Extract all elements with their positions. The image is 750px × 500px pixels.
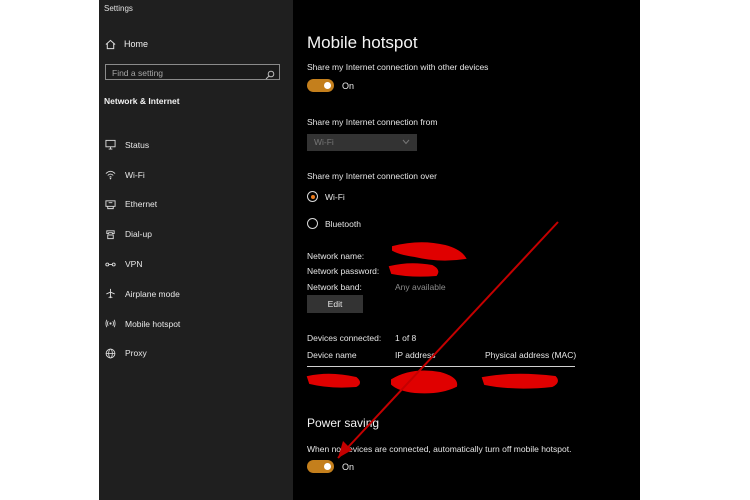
sidebar-item-ethernet[interactable]: Ethernet xyxy=(104,190,180,220)
share-toggle[interactable] xyxy=(307,79,334,92)
sidebar-nav: Status Wi-Fi Ethernet Dial-up VPN Airpla… xyxy=(104,130,180,368)
status-icon xyxy=(104,139,116,151)
app-title: Settings xyxy=(104,4,133,13)
airplane-icon xyxy=(104,288,116,300)
section-heading: Network & Internet xyxy=(104,96,180,106)
sidebar-item-label: Proxy xyxy=(125,348,147,359)
toggle-knob xyxy=(324,463,331,470)
sidebar-item-dialup[interactable]: Dial-up xyxy=(104,219,180,249)
sidebar-item-mobile-hotspot[interactable]: Mobile hotspot xyxy=(104,309,180,339)
radio-bluetooth[interactable] xyxy=(307,218,318,229)
share-from-dropdown[interactable]: Wi-Fi xyxy=(307,134,417,151)
table-header-mac-address: Physical address (MAC) xyxy=(485,350,577,360)
dialup-icon xyxy=(104,228,116,240)
share-over-label: Share my Internet connection over xyxy=(307,171,437,181)
sidebar-item-label: Status xyxy=(125,139,150,150)
sidebar-item-wifi[interactable]: Wi-Fi xyxy=(104,160,180,190)
radio-wifi[interactable] xyxy=(307,191,318,202)
search-input[interactable]: Find a setting xyxy=(105,64,280,80)
globe-icon xyxy=(104,347,116,359)
table-header-divider xyxy=(307,366,575,367)
sidebar-item-label: VPN xyxy=(125,259,143,270)
table-header-device-name: Device name xyxy=(307,350,357,360)
chevron-down-icon xyxy=(402,139,410,145)
sidebar-home-label: Home xyxy=(124,39,149,49)
page-title: Mobile hotspot xyxy=(307,33,418,52)
radio-bluetooth-label: Bluetooth xyxy=(325,219,361,229)
power-saving-toggle-state: On xyxy=(342,462,355,472)
power-saving-toggle[interactable] xyxy=(307,460,334,473)
power-saving-heading: Power saving xyxy=(307,416,380,430)
table-header-ip-address: IP address xyxy=(395,350,436,360)
network-name-label: Network name: xyxy=(307,251,365,261)
hotspot-icon xyxy=(104,318,116,330)
sidebar-home[interactable]: Home xyxy=(104,37,148,51)
sidebar-item-label: Dial-up xyxy=(125,229,152,240)
sidebar-item-label: Wi-Fi xyxy=(125,169,145,180)
search-icon[interactable] xyxy=(265,67,275,80)
sidebar-item-status[interactable]: Status xyxy=(104,130,180,160)
network-band-value: Any available xyxy=(395,282,446,292)
toggle-knob xyxy=(324,82,331,89)
devices-connected-label: Devices connected: xyxy=(307,333,382,343)
share-label: Share my Internet connection with other … xyxy=(307,62,489,72)
search-placeholder: Find a setting xyxy=(112,68,164,78)
devices-connected-value: 1 of 8 xyxy=(395,333,417,343)
main-content: Mobile hotspot Share my Internet connect… xyxy=(307,0,637,500)
edit-button[interactable]: Edit xyxy=(307,295,363,313)
network-band-label: Network band: xyxy=(307,282,362,292)
sidebar-item-proxy[interactable]: Proxy xyxy=(104,339,180,369)
network-password-label: Network password: xyxy=(307,266,380,276)
settings-window: Settings Home Find a setting Network & I… xyxy=(99,0,640,500)
sidebar-item-label: Ethernet xyxy=(125,199,158,210)
sidebar-item-vpn[interactable]: VPN xyxy=(104,249,180,279)
share-from-value: Wi-Fi xyxy=(314,137,334,147)
radio-wifi-label: Wi-Fi xyxy=(325,192,345,202)
power-saving-description: When no devices are connected, automatic… xyxy=(307,444,572,454)
sidebar-item-airplane-mode[interactable]: Airplane mode xyxy=(104,279,180,309)
sidebar: Settings Home Find a setting Network & I… xyxy=(99,0,293,500)
wifi-icon xyxy=(104,169,116,181)
ethernet-icon xyxy=(104,198,116,210)
sidebar-item-label: Airplane mode xyxy=(125,288,180,299)
vpn-icon xyxy=(104,258,116,270)
sidebar-item-label: Mobile hotspot xyxy=(125,318,181,329)
home-icon xyxy=(104,38,116,50)
share-from-label: Share my Internet connection from xyxy=(307,117,438,127)
share-toggle-state: On xyxy=(342,81,355,91)
